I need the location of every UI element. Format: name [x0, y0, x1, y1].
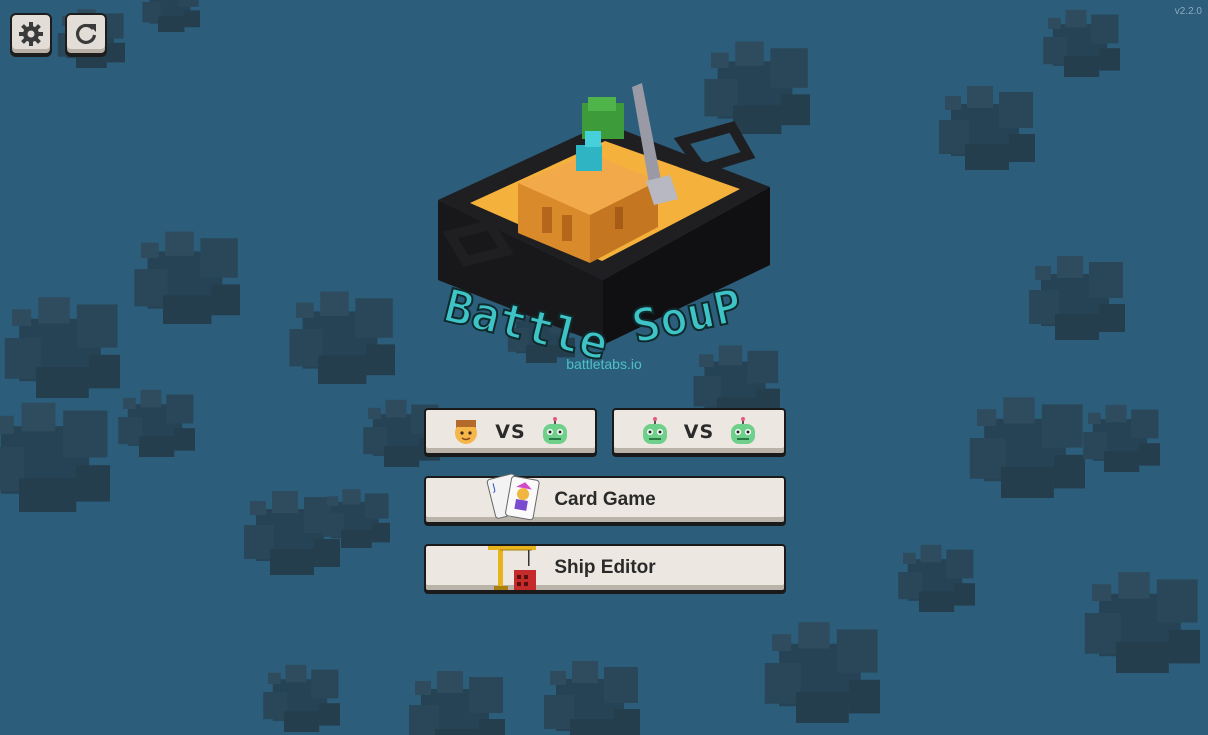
robot-icon: [731, 416, 756, 444]
vs-label: VS: [683, 420, 715, 443]
restart-button[interactable]: [65, 13, 107, 55]
settings-button[interactable]: [10, 13, 52, 55]
robot-icon: [542, 416, 567, 444]
player-vs-ai-button[interactable]: VS: [424, 408, 597, 455]
vs-label: VS: [495, 420, 526, 443]
robot-icon: [642, 416, 667, 444]
card-game-button[interactable]: J Card Game: [424, 473, 786, 524]
refresh-icon: [75, 23, 97, 45]
ship-editor-label: Ship Editor: [554, 557, 656, 578]
battle-soup-logo: Battle SouP: [438, 83, 770, 360]
ship-editor-button[interactable]: Ship Editor: [424, 544, 786, 592]
site-link[interactable]: battletabs.io: [0, 356, 1208, 372]
ai-vs-ai-button[interactable]: VS: [612, 408, 786, 455]
gear-icon: [19, 22, 43, 46]
card-game-label: Card Game: [554, 489, 656, 510]
boy-face-icon: [455, 419, 478, 444]
version-label: v2.2.0: [1174, 6, 1202, 17]
